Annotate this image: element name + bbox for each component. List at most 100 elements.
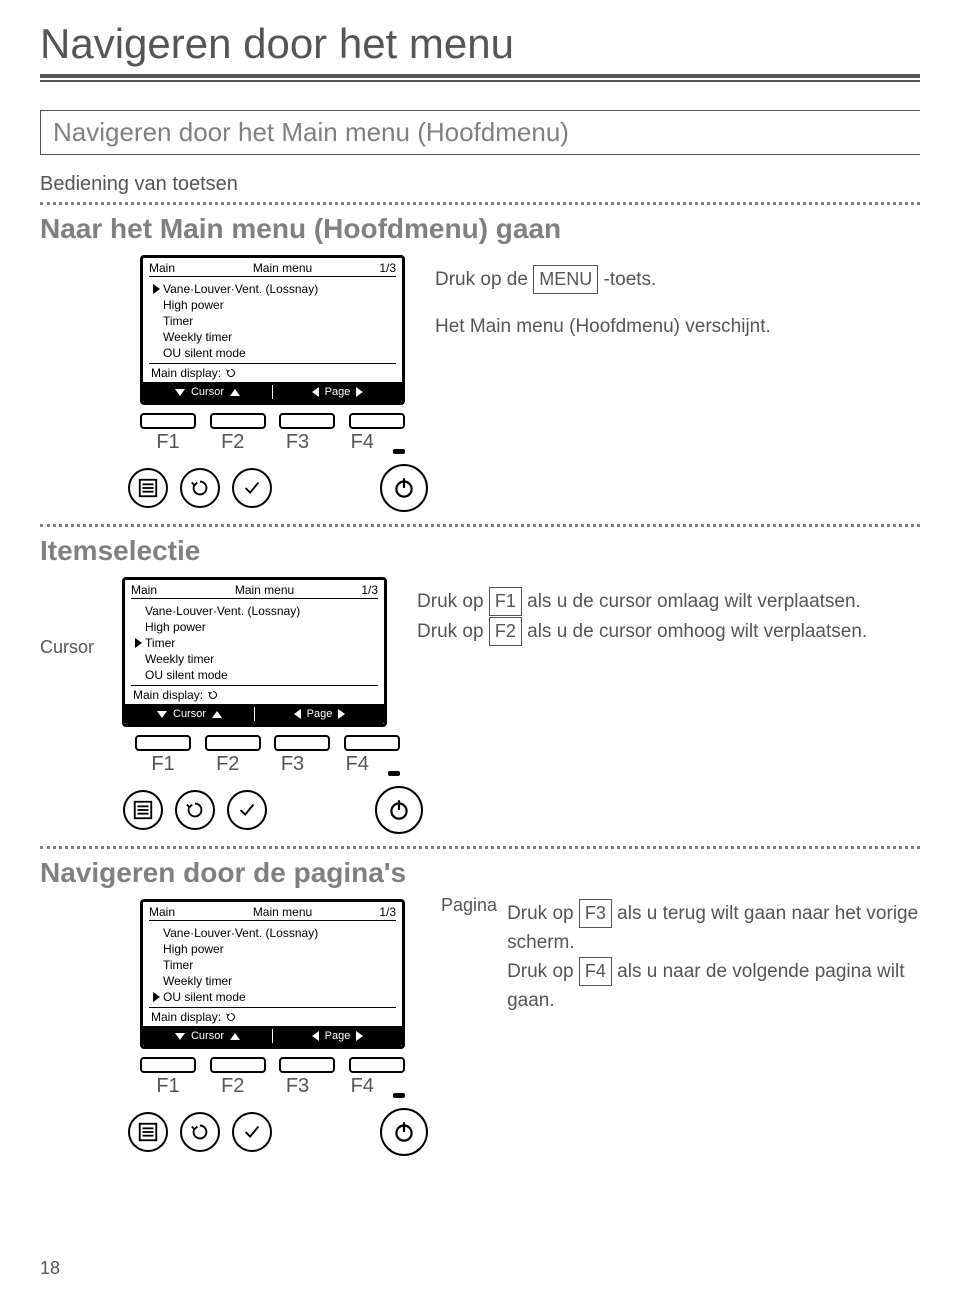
f4-button-label: F4 [579,957,612,986]
circle-button-row [123,786,423,834]
page-number: 18 [40,1258,60,1279]
cursor-annotation: Cursor [40,637,94,658]
f2-label: F2 [200,753,256,776]
undo-icon [207,689,219,701]
lcd-page-label: Page [307,708,333,720]
s1-heading: Naar het Main menu (Hoofdmenu) gaan [40,213,920,245]
softkey[interactable] [140,1057,196,1073]
subhead: Bediening van toetsen [40,173,920,196]
instr-text: -toets. [604,269,657,290]
f2-label: F2 [205,1075,261,1098]
triangle-up-icon [230,389,240,396]
lcd-item: Timer [163,958,193,972]
lcd-page-label: Page [325,386,351,398]
lcd-item: Timer [145,636,175,650]
lcd-cursor-label: Cursor [173,708,206,720]
dotted-rule [40,524,920,527]
softkey[interactable] [279,1057,335,1073]
power-button[interactable] [375,786,423,834]
led-icon [388,771,400,776]
circle-button-row [128,1108,428,1156]
title-rule-thin [40,80,920,82]
circle-button-row [128,464,428,512]
lcd-header-center: Main menu [209,905,356,919]
lcd-cursor-label: Cursor [191,386,224,398]
s3-heading: Navigeren door de pagina's [40,857,920,889]
ok-button[interactable] [232,468,272,508]
lcd-header-left: Main [131,583,191,597]
f1-label: F1 [135,753,191,776]
lcd-header-left: Main [149,905,209,919]
softkey[interactable] [140,413,196,429]
f1-label: F1 [140,431,196,454]
lcd-header-left: Main [149,261,209,275]
softkey[interactable] [349,413,405,429]
f4-label: F4 [329,753,385,776]
menu-button[interactable] [128,468,168,508]
back-button[interactable] [175,790,215,830]
fkey-labels: F1 F2 F3 F4 [140,431,405,454]
softkey[interactable] [274,735,330,751]
softkey-row [140,413,405,429]
triangle-left-icon [294,709,301,719]
lcd-header-right: 1/3 [356,261,396,275]
f3-button-label: F3 [579,899,612,928]
lcd-item: OU silent mode [163,990,246,1004]
f3-label: F3 [265,753,321,776]
dotted-rule [40,202,920,205]
instr-text: Druk op de [435,269,533,290]
lcd-header-center: Main menu [191,583,338,597]
softkey[interactable] [210,1057,266,1073]
lcd-panel: Main Main menu 1/3 Vane·Louver·Vent. (Lo… [122,577,387,727]
softkey[interactable] [210,413,266,429]
power-button[interactable] [380,464,428,512]
ok-button[interactable] [232,1112,272,1152]
triangle-up-icon [230,1033,240,1040]
cursor-icon [135,638,142,648]
lcd-item: High power [163,942,224,956]
softkey[interactable] [344,735,400,751]
back-button[interactable] [180,468,220,508]
lcd-item: Weekly timer [145,652,214,666]
triangle-right-icon [356,387,363,397]
triangle-down-icon [175,389,185,396]
lcd-item: OU silent mode [163,346,246,360]
softkey[interactable] [135,735,191,751]
power-button[interactable] [380,1108,428,1156]
triangle-left-icon [312,387,319,397]
f1-label: F1 [140,1075,196,1098]
page-title: Navigeren door het menu [40,20,920,68]
lcd-cursor-label: Cursor [191,1030,224,1042]
section-head: Navigeren door het Main menu (Hoofdmenu) [40,110,920,155]
lcd-item: Vane·Louver·Vent. (Lossnay) [163,282,318,296]
led-icon [393,449,405,454]
menu-button-label: MENU [533,265,598,294]
lcd-foot-label: Main display: [151,366,221,380]
lcd-items: Vane·Louver·Vent. (Lossnay) High power T… [143,277,402,363]
undo-icon [225,1011,237,1023]
instr-text: Druk op [417,621,489,642]
instr-text: als u de cursor omhoog wilt verplaatsen. [527,621,867,642]
menu-button[interactable] [123,790,163,830]
triangle-up-icon [212,711,222,718]
instruction-block: Druk op de MENU -toets. Het Main menu (H… [435,255,920,341]
instr-text: Druk op [507,903,579,924]
menu-button[interactable] [128,1112,168,1152]
lcd-header-right: 1/3 [356,905,396,919]
softkey[interactable] [279,413,335,429]
triangle-right-icon [338,709,345,719]
ok-button[interactable] [227,790,267,830]
lcd-header-center: Main menu [209,261,356,275]
softkey[interactable] [349,1057,405,1073]
lcd-item: Timer [163,314,193,328]
back-button[interactable] [180,1112,220,1152]
f3-label: F3 [270,1075,326,1098]
softkey[interactable] [205,735,261,751]
undo-icon [225,367,237,379]
softkey-row [135,735,400,751]
lcd-foot-label: Main display: [133,688,203,702]
f4-label: F4 [334,1075,390,1098]
triangle-down-icon [175,1033,185,1040]
lcd-panel: Main Main menu 1/3 Vane·Louver·Vent. (Lo… [140,899,405,1049]
f2-label: F2 [205,431,261,454]
